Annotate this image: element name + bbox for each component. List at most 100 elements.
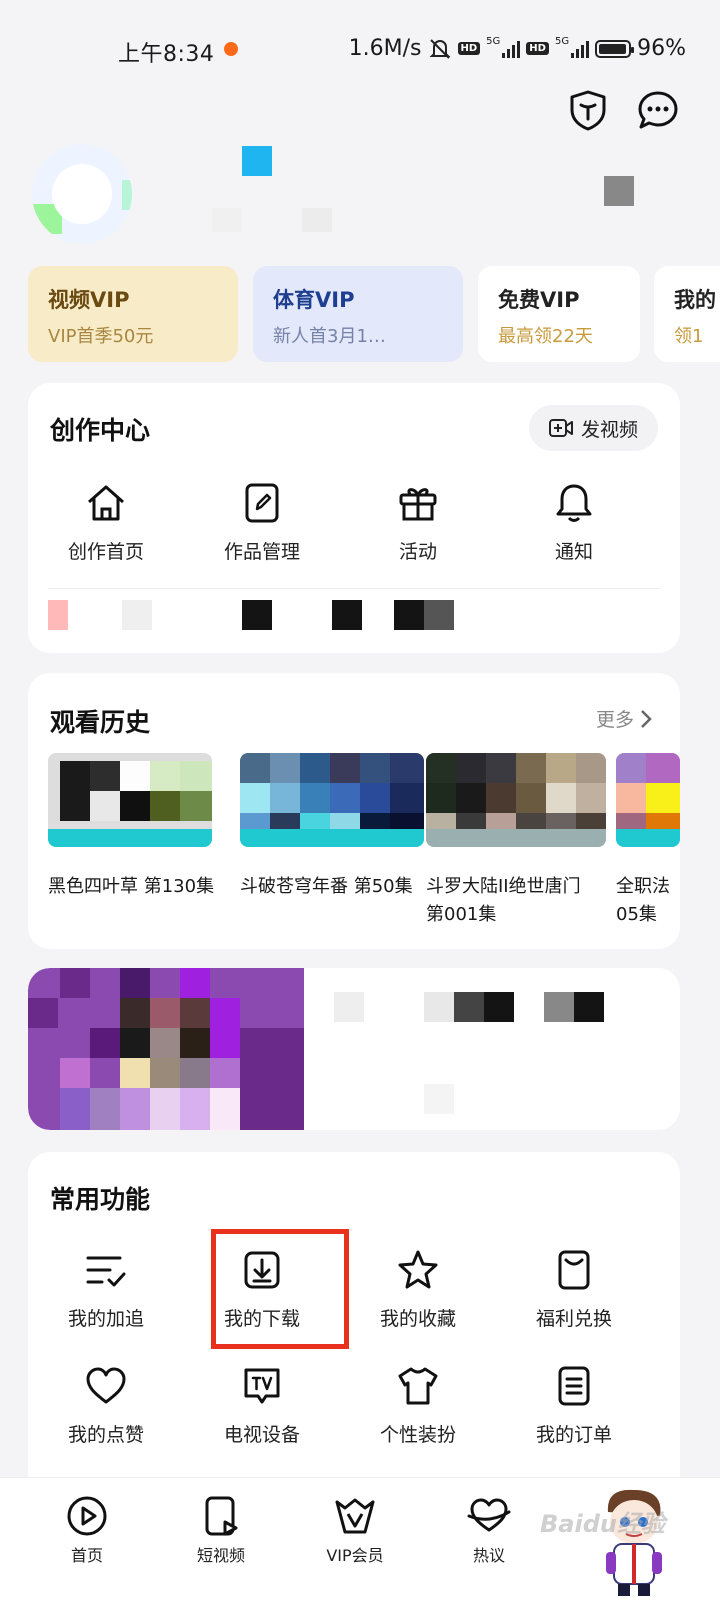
obscured-block xyxy=(242,146,272,176)
notification-dot-icon xyxy=(224,42,238,56)
nav-label: 热议 xyxy=(472,1546,505,1565)
nav-discussion[interactable]: 热议 xyxy=(444,1494,534,1566)
post-video-label: 发视频 xyxy=(580,418,638,441)
vip-card-subtitle: 领1 xyxy=(674,326,704,347)
obscured-block xyxy=(574,992,604,1022)
promo-banner[interactable] xyxy=(28,968,680,1130)
vip-card-title: 体育VIP xyxy=(273,288,355,312)
obscured-block xyxy=(302,208,332,232)
hd-badge-2: HD xyxy=(526,42,549,55)
creator-center-title: 创作中心 xyxy=(50,416,151,445)
nav-short-video[interactable]: 短视频 xyxy=(176,1494,266,1566)
creator-item-label: 活动 xyxy=(398,541,437,563)
status-bar: 上午8:34 1.6M/s HD 5G HD 5G 96% xyxy=(0,26,720,70)
more-label: 更多 xyxy=(595,709,634,731)
obscured-block xyxy=(484,992,514,1022)
vip-card-subtitle: VIP首季50元 xyxy=(48,326,154,347)
creator-item-home[interactable]: 创作首页 xyxy=(28,481,184,564)
function-likes[interactable]: 我的点赞 xyxy=(28,1364,184,1447)
obscured-block xyxy=(212,208,242,232)
vip-card-sports[interactable]: 体育VIP 新人首3月1… xyxy=(253,266,463,362)
function-label: 我的收藏 xyxy=(379,1308,456,1330)
highlight-box xyxy=(211,1229,349,1349)
function-label: 福利兑换 xyxy=(535,1308,612,1330)
function-label: 我的加追 xyxy=(67,1308,144,1330)
vip-card-title: 视频VIP xyxy=(48,288,130,312)
creator-item-notice[interactable]: 通知 xyxy=(496,481,652,564)
history-item[interactable]: 全职法 05集 xyxy=(616,753,680,929)
message-icon[interactable] xyxy=(636,88,680,132)
watch-history-card: 观看历史 更多 黑色四叶草 第130集 斗破苍穹年番 第50集 斗罗大陆II绝世… xyxy=(28,673,680,949)
nav-home[interactable]: 首页 xyxy=(42,1494,132,1566)
obscured-block xyxy=(334,992,364,1022)
play-icon xyxy=(67,1496,107,1536)
vip-card-free[interactable]: 免费VIP 最高领22天 xyxy=(478,266,640,362)
creator-item-works[interactable]: 作品管理 xyxy=(184,481,340,564)
vip-cards-row: 视频VIP VIP首季50元 体育VIP 新人首3月1… 免费VIP 最高领22… xyxy=(28,266,720,362)
post-video-button[interactable]: 发视频 xyxy=(528,405,658,451)
common-functions-title: 常用功能 xyxy=(50,1185,151,1214)
tv-icon xyxy=(244,1368,280,1404)
battery-icon xyxy=(595,39,635,58)
shield-icon[interactable] xyxy=(566,88,610,132)
function-rewards[interactable]: 福利兑换 xyxy=(496,1248,652,1331)
edit-icon xyxy=(245,483,279,523)
function-follow[interactable]: 我的加追 xyxy=(28,1248,184,1331)
vip-card-subtitle: 新人首3月1… xyxy=(273,326,386,347)
avatar[interactable] xyxy=(32,144,132,244)
more-link[interactable]: 更多 xyxy=(596,705,652,732)
signal-icon-2 xyxy=(571,40,590,58)
order-icon xyxy=(558,1366,590,1406)
gift-icon xyxy=(399,488,437,521)
video-camera-icon xyxy=(548,419,573,437)
obscured-block xyxy=(454,992,484,1022)
divider xyxy=(48,588,660,589)
creator-item-activity[interactable]: 活动 xyxy=(340,481,496,564)
obscured-block xyxy=(424,1084,454,1114)
function-tv[interactable]: 电视设备 xyxy=(184,1364,340,1447)
history-title-text: 全职法 05集 xyxy=(616,876,676,925)
home-icon xyxy=(88,485,124,521)
obscured-block xyxy=(424,992,454,1022)
obscured-block xyxy=(544,992,574,1022)
history-title: 黑色四叶草 第130集 xyxy=(48,876,215,897)
hd-badge-1: HD xyxy=(457,42,481,55)
vip-crown-icon xyxy=(335,1498,375,1534)
watch-history-title: 观看历史 xyxy=(50,708,151,737)
nav-label: VIP会员 xyxy=(326,1546,384,1565)
vip-card-mine[interactable]: 我的 领1 xyxy=(654,266,720,362)
nav-label: 首页 xyxy=(70,1546,103,1565)
obscured-block xyxy=(604,176,634,206)
creator-item-label: 作品管理 xyxy=(223,541,300,563)
history-thumbnail xyxy=(426,753,606,847)
mascot-icon[interactable] xyxy=(596,1482,672,1598)
heart-icon xyxy=(86,1367,126,1404)
history-item[interactable]: 斗破苍穹年番 第50集 xyxy=(240,753,424,901)
banner-image xyxy=(28,968,304,1130)
history-item[interactable]: 斗罗大陆II绝世唐门 第001集 xyxy=(426,753,606,929)
history-title: 斗罗大陆II绝世唐门 第001集 xyxy=(426,876,581,925)
follow-list-icon xyxy=(86,1256,126,1287)
net-type-2: 5G xyxy=(554,36,570,47)
status-indicators: 1.6M/s HD 5G HD 5G 96% xyxy=(349,36,686,61)
function-orders[interactable]: 我的订单 xyxy=(496,1364,652,1447)
history-thumbnail xyxy=(240,753,424,847)
watermark: Baidu经验 xyxy=(540,1510,665,1538)
bottom-nav: 首页 短视频 VIP会员 热议 Baidu经验 xyxy=(0,1477,720,1600)
signal-icon-1 xyxy=(502,40,521,58)
history-title: 斗破苍穹年番 第50集 xyxy=(240,876,413,897)
tshirt-icon xyxy=(398,1367,438,1405)
vip-card-title: 我的 xyxy=(674,288,716,312)
nav-vip[interactable]: VIP会员 xyxy=(310,1494,400,1566)
history-item[interactable]: 黑色四叶草 第130集 xyxy=(48,753,224,901)
discussion-icon xyxy=(467,1498,511,1532)
function-favorites[interactable]: 我的收藏 xyxy=(340,1248,496,1331)
function-label: 我的点赞 xyxy=(67,1424,144,1446)
history-title: 全职法 05集 xyxy=(616,873,680,929)
profile-header[interactable] xyxy=(28,140,708,252)
vip-card-subtitle: 最高领22天 xyxy=(498,326,593,347)
history-thumbnail xyxy=(616,753,680,847)
function-dressup[interactable]: 个性装扮 xyxy=(340,1364,496,1447)
battery-percent: 96% xyxy=(637,36,686,61)
vip-card-video[interactable]: 视频VIP VIP首季50元 xyxy=(28,266,238,362)
